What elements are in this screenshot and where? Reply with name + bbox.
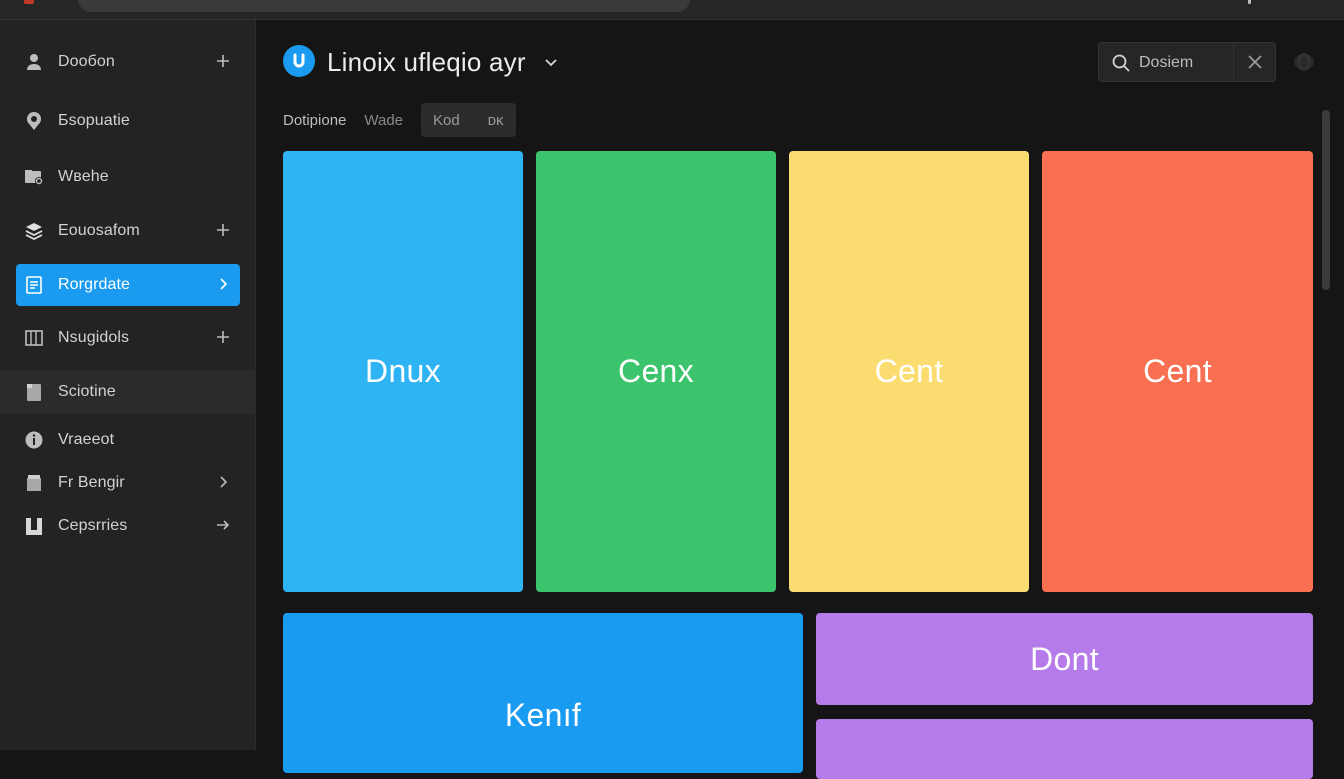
- tile-4[interactable]: Cent: [1042, 151, 1313, 592]
- chevron-right-icon[interactable]: [214, 473, 232, 491]
- search-input[interactable]: Dosiem: [1139, 54, 1193, 72]
- tile-6[interactable]: Dont: [816, 613, 1313, 705]
- sidebar-item-5[interactable]: Rorgrdate: [16, 264, 240, 306]
- sidebar-item-label: Wвehe: [58, 168, 109, 185]
- sidebar-item-7[interactable]: Sciotine: [16, 371, 240, 413]
- menu-icon[interactable]: [1248, 0, 1251, 4]
- tab-group-item-2[interactable]: ᴅᴋ: [488, 112, 504, 129]
- tile-2[interactable]: Cenx: [536, 151, 776, 592]
- tab-secondary[interactable]: Wade: [364, 112, 403, 129]
- user-icon: [24, 52, 44, 72]
- clear-search-button[interactable]: [1233, 43, 1275, 81]
- sidebar-item-8[interactable]: Vraeeot: [16, 419, 240, 461]
- sidebar-item-label: Fr Bengir: [58, 474, 125, 491]
- sidebar: Doобon Бsopuatie Wвehe Eouosafom Rorgrda…: [0, 20, 256, 750]
- info-icon: [24, 430, 44, 450]
- sidebar-item-10[interactable]: Cepsrries: [16, 505, 240, 547]
- tile-label: Cenx: [618, 353, 694, 389]
- globe-icon[interactable]: [1293, 52, 1315, 72]
- chevron-right-icon[interactable]: [214, 275, 232, 293]
- sidebar-item-6[interactable]: Nsugidols: [16, 317, 240, 359]
- tab-primary[interactable]: Dotipione: [283, 112, 346, 129]
- arrow-right-icon[interactable]: [214, 516, 232, 534]
- sidebar-item-label: Eouosafom: [58, 222, 140, 239]
- sidebar-item-label: Sciotine: [58, 383, 116, 400]
- sidebar-item-1[interactable]: Doобon: [16, 41, 240, 83]
- sidebar-item-3[interactable]: Wвehe: [16, 156, 240, 198]
- sidebar-item-label: Doобon: [58, 53, 115, 70]
- layers-icon: [24, 221, 44, 241]
- main-content: Linoix ufleqio ayr Dosiem Dotipione Wade…: [257, 20, 1344, 779]
- browser-toolbar: [0, 0, 1344, 20]
- archive-icon: [24, 473, 44, 493]
- tile-7[interactable]: [816, 719, 1313, 779]
- tile-label: Cent: [874, 353, 944, 389]
- sidebar-item-2[interactable]: Бsopuatie: [16, 100, 240, 142]
- page-title: Linoix ufleqio ayr: [327, 47, 526, 77]
- browser-dot-icon: [24, 0, 34, 4]
- tile-label: Kenıf: [504, 696, 582, 733]
- sidebar-item-label: Vraeeot: [58, 431, 115, 448]
- tile-label: Dnux: [365, 353, 441, 389]
- document-icon: [24, 275, 44, 295]
- plus-icon[interactable]: [214, 328, 232, 346]
- app-logo-icon[interactable]: [283, 45, 315, 77]
- search-icon: [1112, 54, 1130, 72]
- file-icon: [24, 382, 44, 402]
- chevron-down-icon[interactable]: [543, 54, 559, 70]
- tab-group: Kod ᴅᴋ: [421, 103, 516, 137]
- sidebar-item-label: Бsopuatie: [58, 112, 130, 129]
- tile-5[interactable]: Kenıf: [283, 613, 803, 773]
- close-icon: [1247, 55, 1262, 69]
- grid-icon: [24, 328, 44, 348]
- sidebar-item-label: Cepsrries: [58, 517, 128, 534]
- tile-3[interactable]: Cent: [789, 151, 1029, 592]
- folder-settings-icon: [24, 167, 44, 187]
- plus-icon[interactable]: [214, 221, 232, 239]
- sidebar-item-4[interactable]: Eouosafom: [16, 210, 240, 252]
- scrollbar[interactable]: [1322, 110, 1330, 290]
- tile-label: Dont: [1030, 640, 1099, 677]
- sidebar-item-label: Nsugidols: [58, 329, 130, 346]
- sidebar-item-label: Rorgrdate: [58, 276, 131, 293]
- location-icon: [24, 111, 44, 131]
- tab-group-item-1[interactable]: Kod: [433, 112, 460, 129]
- bookmark-icon: [24, 516, 44, 536]
- tile-label: Cent: [1143, 353, 1212, 389]
- sidebar-item-9[interactable]: Fr Bengir: [16, 462, 240, 504]
- tab-bar: Dotipione Wade Kod ᴅᴋ: [283, 103, 516, 137]
- tile-1[interactable]: Dnux: [283, 151, 523, 592]
- address-bar[interactable]: [78, 0, 690, 12]
- search-box[interactable]: Dosiem: [1098, 42, 1276, 82]
- plus-icon[interactable]: [214, 52, 232, 70]
